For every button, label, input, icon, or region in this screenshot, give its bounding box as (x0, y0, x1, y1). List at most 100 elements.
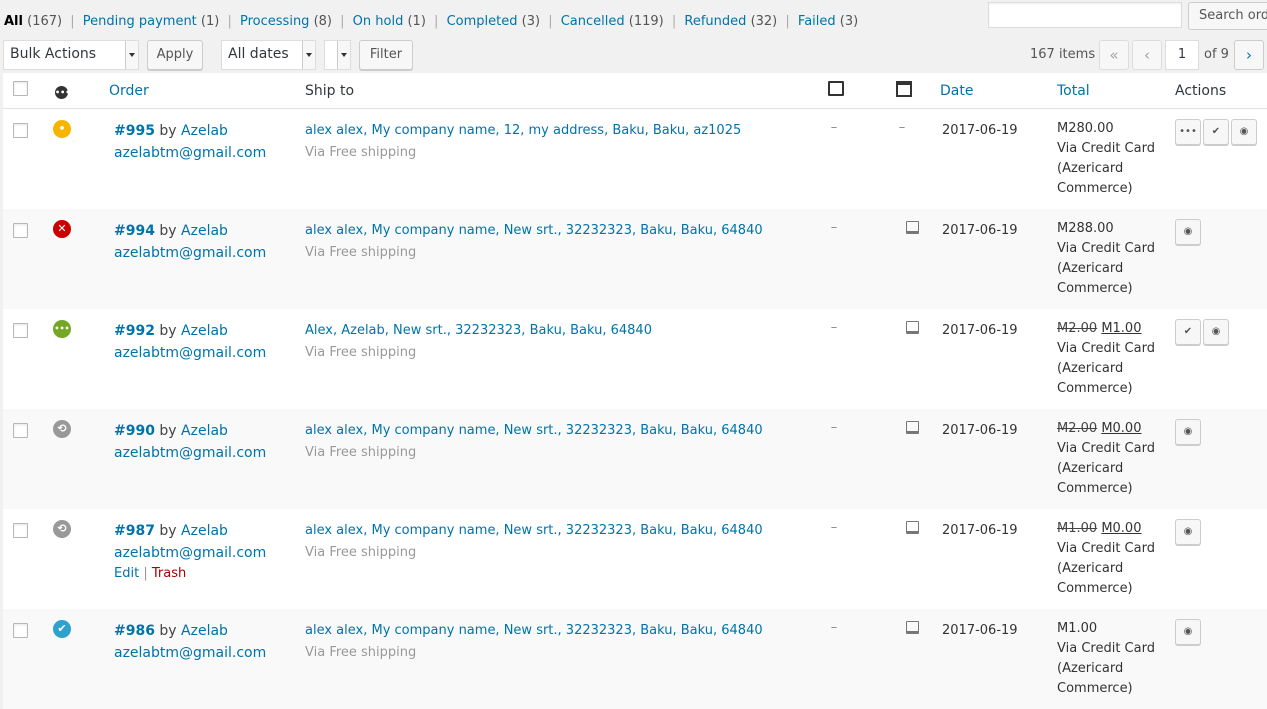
view-action-button[interactable]: ◉ (1231, 119, 1257, 145)
ship-to-cell: Alex, Azelab, New srt., 32232323, Baku, … (305, 309, 810, 409)
customer-link[interactable]: Azelab (181, 223, 228, 239)
on-hold-status-icon: • (53, 120, 71, 138)
customer-email-link[interactable]: azelabtm@gmail.com (114, 345, 266, 361)
customer-link[interactable]: Azelab (181, 423, 228, 439)
shipping-cell (882, 409, 940, 509)
row-checkbox[interactable] (13, 223, 28, 238)
filter-processing[interactable]: Processing (8) (240, 14, 332, 29)
filter-failed[interactable]: Failed (3) (798, 14, 858, 29)
edit-link[interactable]: Edit (114, 566, 139, 581)
filter-link-label[interactable]: Failed (798, 14, 836, 29)
total-cell: M2.00 M1.00 Via Credit Card (Azericard C… (1057, 309, 1175, 409)
shipping-address-link[interactable]: alex alex, My company name, 12, my addre… (305, 123, 741, 138)
row-checkbox[interactable] (13, 323, 28, 338)
customer-email-link[interactable]: azelabtm@gmail.com (114, 545, 266, 561)
processing-action-button[interactable]: ••• (1175, 119, 1201, 145)
filter-link-label[interactable]: Cancelled (561, 14, 625, 29)
filter-link-label[interactable]: Completed (447, 14, 518, 29)
view-action-button[interactable]: ◉ (1175, 419, 1201, 445)
date-column-header[interactable]: Date (940, 73, 1057, 109)
filter-separator: | (227, 14, 232, 29)
complete-action-button[interactable]: ✔ (1203, 119, 1229, 145)
row-checkbox[interactable] (13, 423, 28, 438)
original-total: M2.00 (1057, 321, 1098, 336)
customer-link[interactable]: Azelab (181, 523, 228, 539)
dates-select[interactable]: All dates (221, 40, 316, 70)
shipping-window-icon[interactable] (906, 321, 919, 334)
view-action-button[interactable]: ◉ (1175, 519, 1201, 545)
filter-all[interactable]: All (167) (4, 14, 62, 29)
search-input[interactable] (988, 2, 1182, 28)
filter-link-label[interactable]: On hold (353, 14, 404, 29)
shipping-window-icon[interactable] (906, 221, 919, 234)
filter-link-label[interactable]: Pending payment (83, 14, 197, 29)
filter-all-label[interactable]: All (4, 14, 23, 29)
status-filter-links: All (167) | Pending payment (1) | Proces… (4, 14, 858, 29)
order-column-header[interactable]: Order (109, 73, 305, 109)
next-page-button[interactable]: › (1234, 40, 1264, 70)
order-number-link[interactable]: #990 (114, 423, 155, 439)
customer-email-link[interactable]: azelabtm@gmail.com (114, 645, 266, 661)
filter-separator: | (434, 14, 439, 29)
customer-email-link[interactable]: azelabtm@gmail.com (114, 245, 266, 261)
current-page-input[interactable]: 1 (1165, 40, 1199, 70)
filter-refunded[interactable]: Refunded (32) (684, 14, 777, 29)
row-select-cell (3, 509, 51, 609)
eye-icon: ◉ (1183, 226, 1193, 237)
order-number-link[interactable]: #992 (114, 323, 155, 339)
shipping-address-link[interactable]: alex alex, My company name, New srt., 32… (305, 523, 763, 538)
shipping-window-icon[interactable] (906, 421, 919, 434)
filter-completed[interactable]: Completed (3) (447, 14, 540, 29)
customer-link[interactable]: Azelab (181, 323, 228, 339)
first-page-button[interactable]: « (1099, 40, 1129, 70)
row-checkbox[interactable] (13, 623, 28, 638)
customer-link[interactable]: Azelab (181, 623, 228, 639)
complete-action-button[interactable]: ✔ (1175, 319, 1201, 345)
checkmark-icon: ✔ (1183, 326, 1193, 337)
order-by: by (159, 323, 177, 339)
search-orders-button[interactable]: Search orders (1188, 2, 1267, 30)
row-checkbox[interactable] (13, 523, 28, 538)
filter-link-label[interactable]: Processing (240, 14, 309, 29)
filter-button[interactable]: Filter (359, 40, 413, 70)
select-all-checkbox[interactable] (13, 81, 28, 96)
eye-icon: ◉ (1239, 126, 1249, 137)
trash-link[interactable]: Trash (152, 566, 186, 581)
order-number-link[interactable]: #994 (114, 223, 155, 239)
total-column-label[interactable]: Total (1057, 83, 1090, 99)
shipping-address-link[interactable]: Alex, Azelab, New srt., 32232323, Baku, … (305, 323, 652, 338)
table-header-row: ••• Order Ship to Date Total Actions (3, 73, 1267, 109)
total-column-header[interactable]: Total (1057, 73, 1175, 109)
customer-email-link[interactable]: azelabtm@gmail.com (114, 445, 266, 461)
filter-cancelled[interactable]: Cancelled (119) (561, 14, 664, 29)
bulk-actions-select[interactable]: Bulk Actions (3, 40, 139, 70)
row-checkbox[interactable] (13, 123, 28, 138)
view-action-button[interactable]: ◉ (1175, 619, 1201, 645)
date-column-label[interactable]: Date (940, 83, 973, 99)
billing-cell: – (810, 409, 882, 509)
shipping-address-link[interactable]: alex alex, My company name, New srt., 32… (305, 623, 763, 638)
order-number-link[interactable]: #986 (114, 623, 155, 639)
order-column-label[interactable]: Order (109, 83, 149, 99)
customer-select[interactable] (324, 40, 351, 70)
filter-on-hold[interactable]: On hold (1) (353, 14, 426, 29)
shipping-window-icon[interactable] (906, 621, 919, 634)
view-action-button[interactable]: ◉ (1175, 219, 1201, 245)
shipping-address-link[interactable]: alex alex, My company name, New srt., 32… (305, 223, 763, 238)
ship-to-column-label: Ship to (305, 82, 355, 99)
view-action-button[interactable]: ◉ (1203, 319, 1229, 345)
apply-button[interactable]: Apply (147, 40, 203, 70)
actions-cell: ◉ (1175, 609, 1267, 709)
shipping-address-link[interactable]: alex alex, My company name, New srt., 32… (305, 423, 763, 438)
order-number-link[interactable]: #987 (114, 523, 155, 539)
prev-page-button[interactable]: ‹ (1132, 40, 1162, 70)
status-column-header[interactable]: ••• (51, 73, 109, 109)
order-number-link[interactable]: #995 (114, 123, 155, 139)
customer-link[interactable]: Azelab (181, 123, 228, 139)
table-row: ••• #992 by Azelab azelabtm@gmail.com Al… (3, 309, 1267, 409)
filter-link-label[interactable]: Refunded (684, 14, 746, 29)
customer-email-link[interactable]: azelabtm@gmail.com (114, 145, 266, 161)
order-total: M1.00 (1057, 621, 1098, 636)
filter-pending-payment[interactable]: Pending payment (1) (83, 14, 220, 29)
shipping-window-icon[interactable] (906, 521, 919, 534)
